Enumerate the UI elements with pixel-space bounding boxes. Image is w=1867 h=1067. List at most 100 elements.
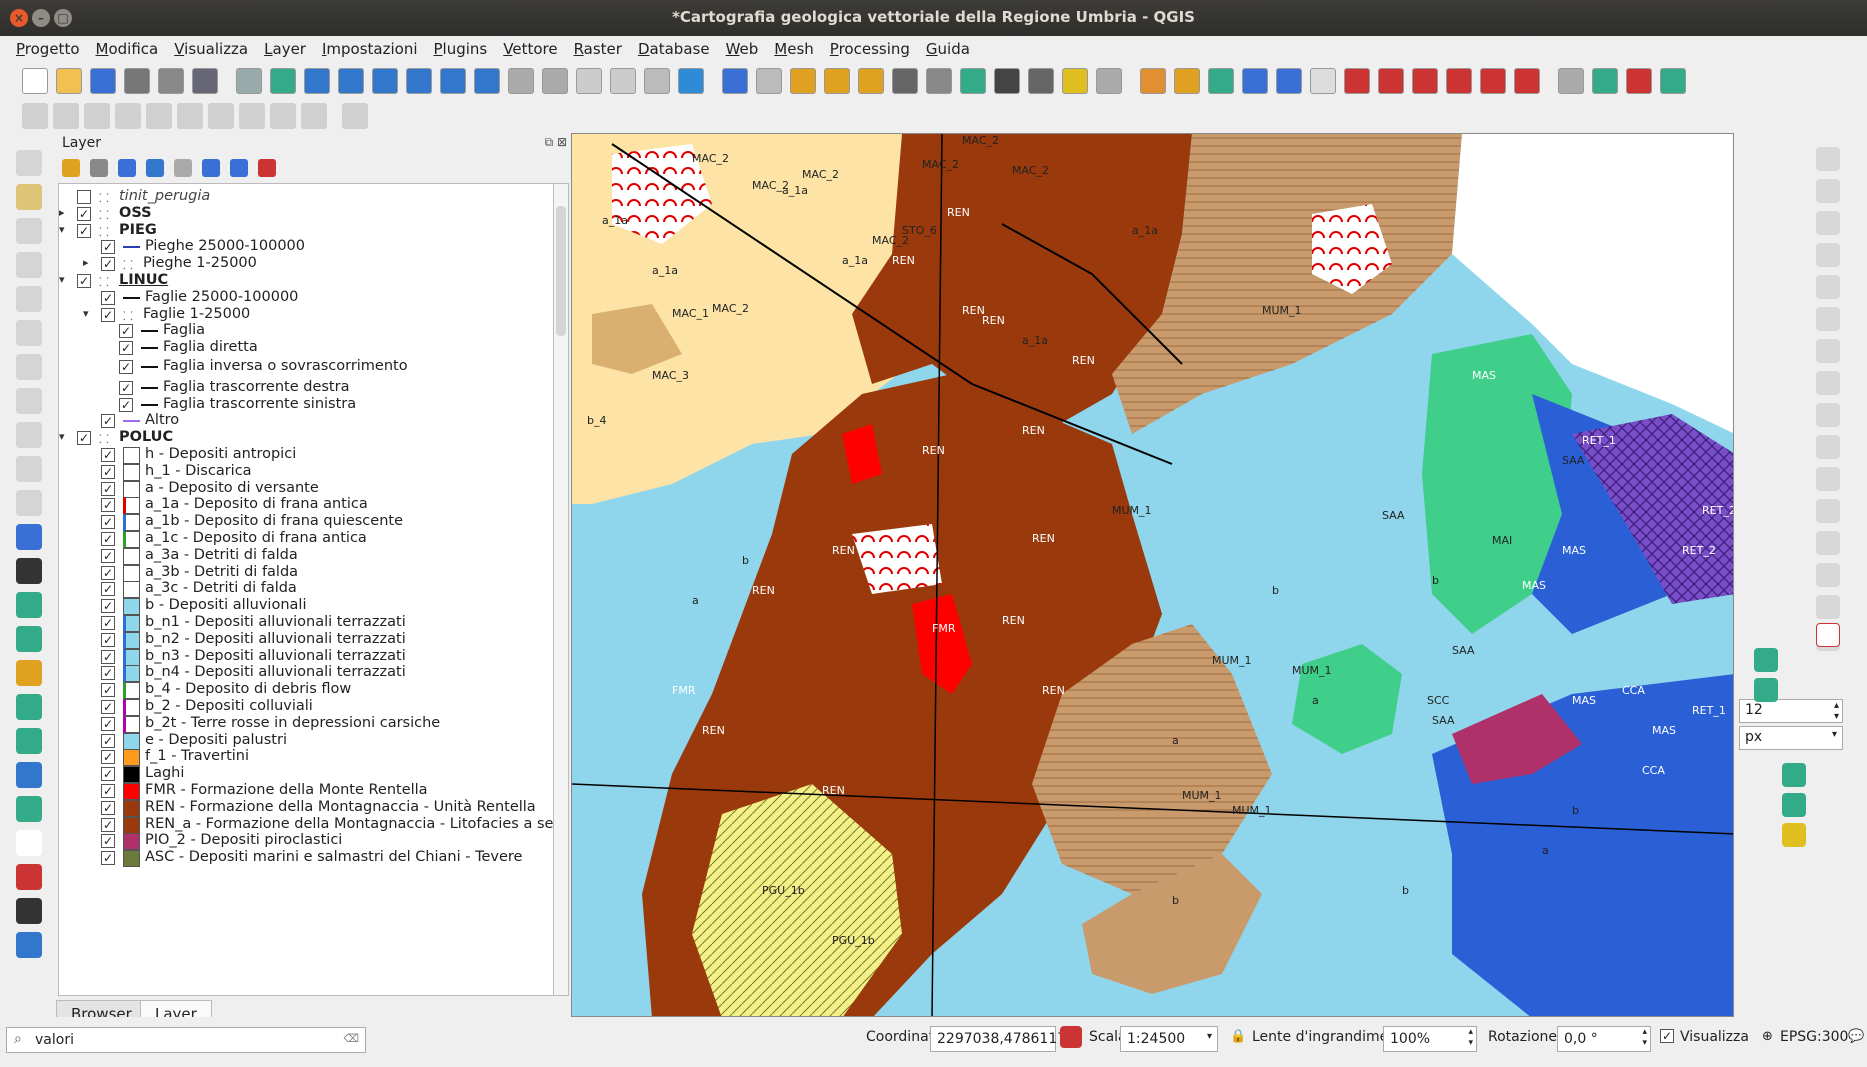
layer-visibility-checkbox[interactable]: ✓	[101, 257, 115, 272]
pan-to-selection-icon[interactable]	[270, 68, 296, 94]
digitize-icon[interactable]	[1174, 68, 1200, 94]
digitize-icon[interactable]	[16, 184, 42, 210]
measure-icon[interactable]	[1028, 68, 1054, 94]
layer-visibility-checkbox[interactable]: ✓	[101, 666, 115, 681]
plugin-tool-2-icon[interactable]	[1660, 68, 1686, 94]
size-spinbox[interactable]: 12 ▴ ▾	[1739, 699, 1843, 723]
remove-layer-icon[interactable]	[258, 159, 276, 177]
layer-visibility-checkbox[interactable]: ✓	[119, 380, 133, 395]
scale-combobox[interactable]: 1:24500 ▾	[1120, 1026, 1218, 1052]
spin-arrows-icon[interactable]: ▴ ▾	[1642, 1027, 1647, 1049]
wkt-icon[interactable]	[16, 558, 42, 584]
zoom-out-icon[interactable]	[338, 68, 364, 94]
new-3d-view-icon[interactable]	[610, 68, 636, 94]
digitizing-tool-icon[interactable]	[146, 103, 172, 129]
snapping-segment-icon[interactable]	[1754, 678, 1778, 702]
identify-icon[interactable]	[722, 68, 748, 94]
s-plugin-icon[interactable]	[16, 898, 42, 924]
menu-guida[interactable]: Guida	[926, 36, 970, 58]
map-canvas[interactable]: MAC_2 MAC_2 MAC_2 MAC_2 MAC_2 MAC_2 MAC_2 MAC_2…	[571, 133, 1734, 1017]
select-features-icon[interactable]	[790, 68, 816, 94]
save-edits-icon[interactable]	[16, 218, 42, 244]
show-hide-labels-icon[interactable]	[1480, 68, 1506, 94]
messages-icon[interactable]: 💬	[1848, 1029, 1864, 1044]
layer-visibility-checkbox[interactable]: ✓	[101, 834, 115, 849]
zoom-layer-icon[interactable]	[406, 68, 432, 94]
layer-visibility-checkbox[interactable]: ✓	[101, 632, 115, 647]
field-calculator-icon[interactable]	[926, 68, 952, 94]
digitizing-tool-icon[interactable]	[115, 103, 141, 129]
layer-visibility-checkbox[interactable]: ✓	[101, 532, 115, 546]
digitizing-tool-icon[interactable]	[177, 103, 203, 129]
star-icon[interactable]	[1782, 823, 1806, 847]
deselect-icon[interactable]	[858, 68, 884, 94]
layer-visibility-checkbox[interactable]	[77, 190, 91, 204]
layer-visibility-checkbox[interactable]: ✓	[101, 481, 115, 496]
mountain-icon[interactable]	[16, 728, 42, 754]
zoom-last-icon[interactable]	[508, 68, 534, 94]
help-icon[interactable]	[16, 932, 42, 958]
layer-tree-row[interactable]: ✓ Faglia inversa o sovrascorrimento	[59, 358, 554, 378]
collapse-arrow-icon[interactable]: ▸	[83, 256, 89, 269]
layers-icon[interactable]	[16, 694, 42, 720]
undo-icon[interactable]	[16, 456, 42, 482]
layer-visibility-checkbox[interactable]: ✓	[101, 565, 115, 580]
layer-visibility-checkbox[interactable]: ✓	[77, 206, 91, 221]
expand-arrow-icon[interactable]: ▾	[59, 273, 65, 286]
render-checkbox[interactable]: ✓	[1660, 1029, 1674, 1043]
paste-icon[interactable]	[16, 422, 42, 448]
move-label-icon[interactable]	[1378, 68, 1404, 94]
attributes-toolbox-icon[interactable]	[756, 68, 782, 94]
expand-all-icon[interactable]	[202, 159, 220, 177]
layer-visibility-checkbox[interactable]: ✓	[101, 582, 115, 597]
layer-visibility-checkbox[interactable]: ✓	[101, 498, 115, 513]
pin-labels-icon[interactable]	[1310, 68, 1336, 94]
node-editor-icon[interactable]	[1242, 68, 1268, 94]
menu-processing[interactable]: Processing	[830, 36, 910, 58]
highlight-labels-icon[interactable]	[1344, 68, 1370, 94]
layer-visibility-checkbox[interactable]: ✓	[101, 414, 115, 429]
layer-visibility-checkbox[interactable]: ✓	[101, 599, 115, 614]
manage-map-theme-icon[interactable]	[118, 159, 136, 177]
redo-icon[interactable]	[16, 490, 42, 516]
geological-map[interactable]: MAC_2MAC_2MAC_2 MAC_2MAC_2MAC_2MAC_2MAC_2…	[572, 134, 1734, 1017]
rotate-icon[interactable]	[16, 762, 42, 788]
style-manager-icon[interactable]	[192, 68, 218, 94]
zoom-full-icon[interactable]	[372, 68, 398, 94]
layer-visibility-checkbox[interactable]: ✓	[101, 290, 115, 305]
panel-float-close-icon[interactable]: ⧉ ⊠	[545, 135, 567, 150]
layer-visibility-checkbox[interactable]: ✓	[101, 817, 115, 832]
menu-web[interactable]: Web	[726, 36, 759, 58]
scrollbar-thumb[interactable]	[556, 206, 566, 336]
spin-arrows-icon[interactable]: ▴ ▾	[1468, 1027, 1473, 1049]
new-map-view-icon[interactable]	[576, 68, 602, 94]
clear-icon[interactable]: ⌫	[343, 1032, 359, 1045]
cross-icon[interactable]	[1782, 793, 1806, 817]
save-project-icon[interactable]	[90, 68, 116, 94]
style-icon[interactable]	[62, 159, 80, 177]
more-icon[interactable]	[16, 830, 42, 856]
layer-visibility-checkbox[interactable]: ✓	[101, 240, 115, 255]
raster-icon[interactable]	[16, 592, 42, 618]
expand-arrow-icon[interactable]: ▾	[59, 223, 65, 236]
shape-4-icon[interactable]	[1816, 307, 1840, 331]
rotate-label-icon[interactable]	[1412, 68, 1438, 94]
layer-visibility-checkbox[interactable]: ✓	[101, 800, 115, 815]
scale-lock-icon[interactable]	[1060, 1026, 1082, 1048]
split-icon[interactable]	[1782, 763, 1806, 787]
magnet-icon[interactable]	[1816, 623, 1840, 647]
shape-9-icon[interactable]	[1816, 467, 1840, 491]
layer-visibility-checkbox[interactable]: ✓	[119, 341, 133, 356]
layer-visibility-checkbox[interactable]: ✓	[101, 464, 115, 479]
layer-tree[interactable]: ⸬ tinit_perugia ▸ ✓ ⸬ OSS ▾ ✓ ⸬ PIEG ✓ Pieghe 25000…	[58, 183, 556, 996]
crs-label[interactable]: EPSG:3004	[1780, 1029, 1857, 1045]
layer-tree-row[interactable]: ✓ ASC - Depositi marini e salmastri del C…	[59, 849, 554, 869]
vertex-tool-icon[interactable]	[1208, 68, 1234, 94]
filter-legend-icon[interactable]	[174, 159, 192, 177]
magnifier-spinbox[interactable]: 100% ▴ ▾	[1383, 1026, 1477, 1052]
save-as-icon[interactable]	[124, 68, 150, 94]
layer-visibility-checkbox[interactable]: ✓	[101, 448, 115, 462]
digitizing-tool-icon[interactable]	[208, 103, 234, 129]
menu-mesh[interactable]: Mesh	[774, 36, 814, 58]
plugin-tool-icon[interactable]	[1626, 68, 1652, 94]
